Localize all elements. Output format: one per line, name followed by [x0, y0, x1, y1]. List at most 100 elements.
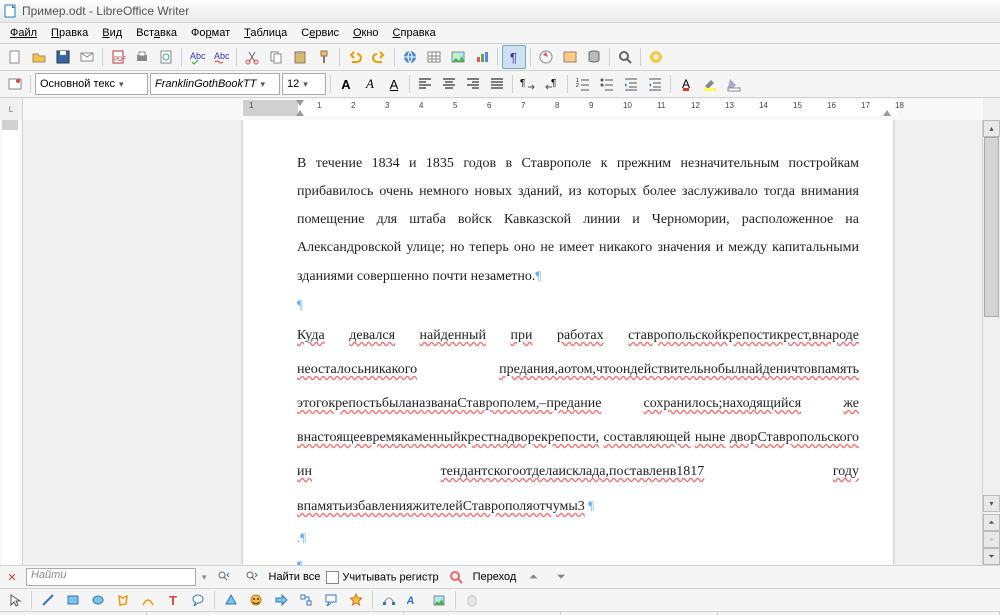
app-icon: [4, 4, 18, 18]
navigator-button[interactable]: [535, 46, 557, 68]
polygon-tool[interactable]: [112, 589, 134, 611]
empty-para[interactable]: ¶: [297, 291, 859, 319]
find-input[interactable]: Найти: [26, 568, 196, 586]
cut-button[interactable]: [241, 46, 263, 68]
ltr-button[interactable]: ¶: [517, 73, 539, 95]
textbox-tool[interactable]: T: [162, 589, 184, 611]
align-right-button[interactable]: [462, 73, 484, 95]
menu-view[interactable]: Вид: [96, 25, 128, 41]
help-button[interactable]: [645, 46, 667, 68]
email-button[interactable]: [76, 46, 98, 68]
scroll-down-button[interactable]: ▾: [983, 495, 1000, 512]
bullets-button[interactable]: [596, 73, 618, 95]
vertical-ruler[interactable]: [0, 120, 23, 565]
empty-para-2[interactable]: .¶: [297, 524, 859, 552]
ellipse-tool[interactable]: [87, 589, 109, 611]
spellcheck-button[interactable]: Abc: [186, 46, 208, 68]
menu-table[interactable]: Таблица: [238, 25, 293, 41]
styles-dialog-button[interactable]: [4, 73, 26, 95]
line-tool[interactable]: [37, 589, 59, 611]
nav-down-button[interactable]: ⏷: [550, 566, 572, 588]
zoom-button[interactable]: [614, 46, 636, 68]
new-doc-button[interactable]: [4, 46, 26, 68]
fromfile-tool[interactable]: [428, 589, 450, 611]
menu-edit[interactable]: Правка: [45, 25, 94, 41]
empty-para-3[interactable]: ¶: [297, 552, 859, 565]
prev-page-button[interactable]: ⏶: [983, 514, 1000, 531]
italic-button[interactable]: A: [359, 73, 381, 95]
undo-button[interactable]: [344, 46, 366, 68]
symbolshapes-tool[interactable]: [245, 589, 267, 611]
align-left-button[interactable]: [414, 73, 436, 95]
font-name-combo[interactable]: FranklinGothBookTT▾: [150, 73, 280, 95]
callout-tool[interactable]: [187, 589, 209, 611]
numbering-button[interactable]: 12: [572, 73, 594, 95]
pdf-button[interactable]: PDF: [107, 46, 129, 68]
findall-button[interactable]: Найти все: [269, 571, 321, 583]
menu-help[interactable]: Справка: [387, 25, 442, 41]
paragraph-2[interactable]: Куда девался найденный при работах ставр…: [297, 319, 859, 524]
highlight-button[interactable]: [699, 73, 721, 95]
menu-tools[interactable]: Сервис: [295, 25, 345, 41]
menu-file[interactable]: Файл: [4, 25, 43, 41]
flowchart-tool[interactable]: [295, 589, 317, 611]
select-tool[interactable]: [4, 589, 26, 611]
datasource-button[interactable]: [583, 46, 605, 68]
document-area[interactable]: В течение 1834 и 1835 годов в Ставрополе…: [23, 120, 982, 565]
chart-button[interactable]: [471, 46, 493, 68]
bold-button[interactable]: A: [335, 73, 357, 95]
nav-up-button[interactable]: ⏶: [522, 566, 544, 588]
fontwork-tool[interactable]: A: [403, 589, 425, 611]
underline-button[interactable]: A: [383, 73, 405, 95]
preview-button[interactable]: [155, 46, 177, 68]
page: В течение 1834 и 1835 годов в Ставрополе…: [243, 120, 893, 565]
nonprint-button[interactable]: ¶: [502, 45, 526, 69]
gallery-button[interactable]: [559, 46, 581, 68]
menu-insert[interactable]: Вставка: [130, 25, 183, 41]
menu-window[interactable]: Окно: [347, 25, 385, 41]
font-size-combo[interactable]: 12▾: [282, 73, 326, 95]
para-style-combo[interactable]: Основной текс▾: [35, 73, 148, 95]
save-button[interactable]: [52, 46, 74, 68]
find-dialog-button[interactable]: [445, 566, 467, 588]
close-findbar-button[interactable]: ✕: [4, 569, 20, 585]
matchcase-check[interactable]: Учитывать регистр: [326, 571, 438, 584]
find-next-button[interactable]: [241, 566, 263, 588]
table-button[interactable]: [423, 46, 445, 68]
autospell-button[interactable]: Abc: [210, 46, 232, 68]
arrowshapes-tool[interactable]: [270, 589, 292, 611]
svg-text:A: A: [407, 595, 416, 607]
align-center-button[interactable]: [438, 73, 460, 95]
indent-dec-button[interactable]: [644, 73, 666, 95]
extrusion-tool[interactable]: [461, 589, 483, 611]
basicshapes-tool[interactable]: [220, 589, 242, 611]
horizontal-ruler[interactable]: 1123456789101112131415161718: [23, 98, 983, 121]
image-button[interactable]: [447, 46, 469, 68]
next-page-button[interactable]: ⏷: [983, 548, 1000, 565]
rect-tool[interactable]: [62, 589, 84, 611]
vertical-scrollbar[interactable]: ▴ ▾ ⏶ ◦ ⏷: [982, 120, 1000, 565]
clone-format-button[interactable]: [313, 46, 335, 68]
bgcolor-button[interactable]: [723, 73, 745, 95]
scroll-thumb[interactable]: [984, 137, 999, 317]
align-justify-button[interactable]: [486, 73, 508, 95]
redo-button[interactable]: [368, 46, 390, 68]
scroll-up-button[interactable]: ▴: [983, 120, 1000, 137]
nav-object-button[interactable]: ◦: [983, 531, 1000, 548]
print-button[interactable]: [131, 46, 153, 68]
paste-button[interactable]: [289, 46, 311, 68]
menu-format[interactable]: Формат: [185, 25, 236, 41]
paragraph-1[interactable]: В течение 1834 и 1835 годов в Ставрополе…: [297, 150, 859, 291]
points-tool[interactable]: [378, 589, 400, 611]
rtl-button[interactable]: ¶: [541, 73, 563, 95]
calloutshapes-tool[interactable]: [320, 589, 342, 611]
hyperlink-button[interactable]: [399, 46, 421, 68]
font-color-button[interactable]: A: [675, 73, 697, 95]
open-button[interactable]: [28, 46, 50, 68]
starshapes-tool[interactable]: [345, 589, 367, 611]
curve-tool[interactable]: [137, 589, 159, 611]
window-title: Пример.odt - LibreOffice Writer: [22, 4, 189, 18]
find-prev-button[interactable]: [213, 566, 235, 588]
indent-inc-button[interactable]: [620, 73, 642, 95]
copy-button[interactable]: [265, 46, 287, 68]
